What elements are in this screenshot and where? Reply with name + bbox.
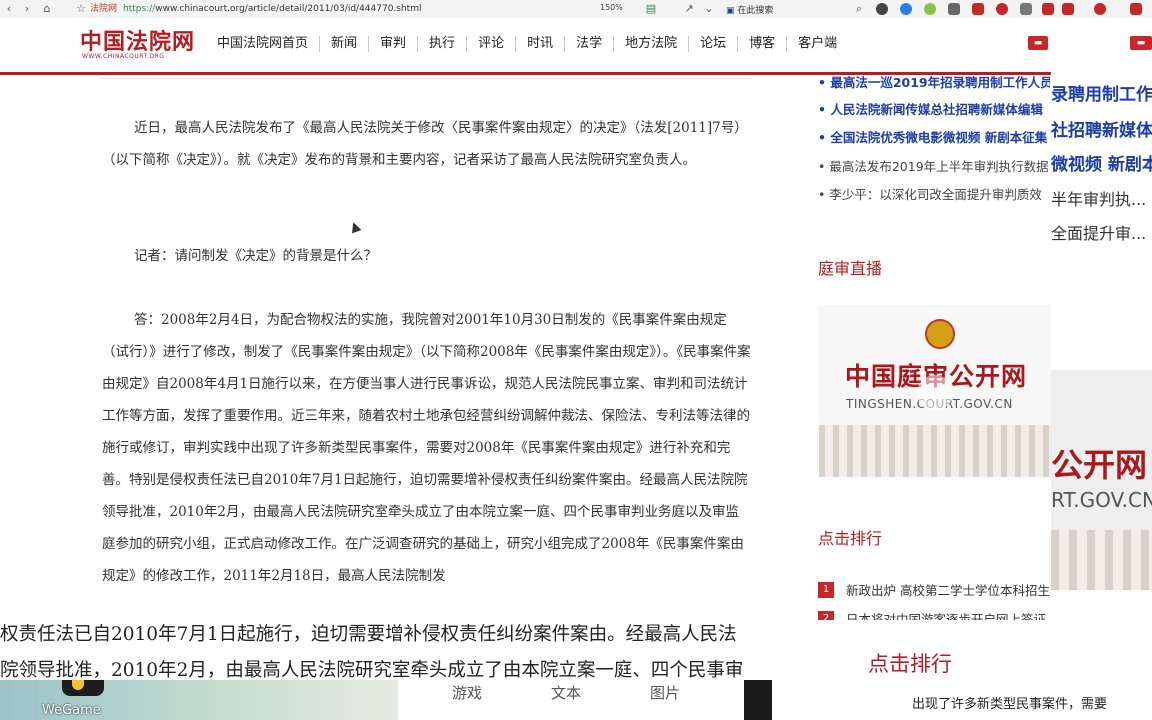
nav-comment[interactable]: 评论: [467, 36, 517, 52]
search-icon[interactable]: ⌕: [852, 2, 866, 16]
overlay-text-line: 权责任法已自2010年7月1日起施行，迫切需要增补侵权责任纠纷案件案由。经最高人…: [0, 624, 737, 645]
extension-icon[interactable]: [1130, 3, 1142, 15]
share-icon[interactable]: ↗: [682, 2, 696, 16]
back-icon[interactable]: ‹: [2, 2, 16, 16]
overlay-banner-columns: [1051, 530, 1152, 590]
sidebar-news-link[interactable]: • 李少平：以深化司改全面提升审判质效: [818, 186, 1050, 204]
ranking-item[interactable]: 1 新政出炉 高校第二学士学位本科招生: [818, 580, 1050, 600]
url-scheme: https://: [123, 4, 156, 14]
rank-number: 1: [818, 581, 834, 598]
mouse-cursor-icon: [348, 220, 362, 234]
article-paragraph: 近日，最高人民法院发布了《最高人民法院关于修改〈民事案件案由规定〉的决定》（法发…: [102, 120, 748, 168]
extension-icon[interactable]: [948, 3, 960, 15]
overlay-news-text: 半年审判执...: [1051, 190, 1147, 209]
nav-law[interactable]: 法学: [565, 36, 615, 52]
overlay-news-text: 全面提升审...: [1051, 224, 1147, 243]
sidebar-news-link[interactable]: • 最高法一巡2019年招录聘用制工作人员: [818, 74, 1050, 92]
zoom-level[interactable]: 150%: [600, 3, 623, 12]
tab-games[interactable]: 游戏: [452, 682, 482, 703]
extension-icon[interactable]: [876, 3, 888, 15]
ranking-heading: 点击排行: [818, 529, 883, 548]
zoomed-overlay-banner: 公开网 RT.GOV.CN: [1051, 370, 1152, 590]
nav-client[interactable]: 客户端: [787, 36, 848, 52]
address-bar[interactable]: 法院网 https://www.chinacourt.org/article/de…: [90, 3, 610, 15]
sidebar-news-link[interactable]: • 人民法院新闻传媒总社招聘新媒体编辑: [818, 101, 1050, 119]
extension-icon[interactable]: [900, 3, 912, 15]
extension-icon[interactable]: [1020, 3, 1032, 15]
browser-toolbar: ‹ › ⌂ ☆ 法院网 https://www.chinacourt.org/ar…: [0, 0, 1152, 19]
court-live-banner[interactable]: 中国庭审公开网 TINGSHEN.COURT.GOV.CN: [819, 305, 1051, 477]
search-box[interactable]: ▣ 在此搜索: [726, 3, 773, 16]
overlay-banner-domain: RT.GOV.CN: [1051, 488, 1152, 512]
search-placeholder: 在此搜索: [737, 6, 774, 16]
user-icon[interactable]: ▬: [1028, 36, 1048, 50]
url-text: www.chinacourt.org/article/detail/2011/0…: [155, 4, 422, 14]
nav-forum[interactable]: 论坛: [689, 36, 739, 52]
sidebar-news-link[interactable]: • 全国法院优秀微电影微视频 新剧本征集: [818, 129, 1050, 147]
tab-images[interactable]: 图片: [650, 682, 680, 703]
forward-icon[interactable]: ›: [20, 2, 34, 16]
nav-home[interactable]: 中国法院网首页: [206, 36, 321, 52]
national-emblem-icon: [925, 319, 955, 349]
rank-text: 新政出炉 高校第二学士学位本科招生: [846, 583, 1050, 598]
dark-panel: [744, 680, 772, 720]
extension-icon[interactable]: [924, 3, 936, 15]
overlay-news-text: 社招聘新媒体: [1051, 121, 1152, 141]
dropdown-icon[interactable]: ⌄: [702, 2, 716, 16]
user-icon[interactable]: ▬: [1130, 36, 1152, 50]
extension-icon[interactable]: [972, 3, 984, 15]
overlay-news-text: 微视频 新剧本: [1051, 155, 1152, 175]
tab-text[interactable]: 文本: [551, 682, 581, 703]
main-nav: 中国法院网首页 新闻 审判 执行 评论 时讯 法学 地方法院 论坛 博客 客户端: [206, 36, 848, 52]
reader-icon[interactable]: ▤: [644, 2, 658, 16]
live-trial-heading: 庭审直播: [818, 259, 883, 278]
article-answer: 答：2008年2月4日，为配合物权法的实施，我院曾对2001年10月30日制发的…: [102, 312, 751, 584]
play-icon[interactable]: [917, 375, 953, 411]
banner-columns: [819, 425, 1051, 477]
wegame-icon[interactable]: [62, 680, 104, 696]
nav-local-courts[interactable]: 地方法院: [614, 36, 690, 52]
overlay-ranking-heading: 点击排行: [868, 652, 952, 676]
star-icon[interactable]: ☆: [74, 2, 88, 16]
site-logo[interactable]: 中国法院网: [80, 24, 195, 56]
extension-icon[interactable]: [996, 3, 1008, 15]
article-question: 记者：请问制发《决定》的背景是什么？: [134, 248, 377, 264]
nav-execution[interactable]: 执行: [418, 36, 468, 52]
extension-icon[interactable]: [1042, 3, 1054, 15]
overlay-text-line: 院领导批准，2010年2月，由最高人民法院研究室牵头成立了由本院立案一庭、四个民…: [0, 660, 744, 681]
sidebar-news-link[interactable]: • 最高法发布2019年上半年审判执行数据: [818, 158, 1050, 176]
overlay-bottom-text: 出现了许多新类型民事案件，需要: [912, 697, 1108, 712]
site-header: 中国法院网 WWW.CHINACOURT.ORG 中国法院网首页 新闻 审判 执…: [0, 18, 1152, 75]
search-engine-icon: ▣: [726, 6, 735, 16]
wegame-label[interactable]: WeGame: [42, 703, 101, 718]
overlay-news-text: 录聘用制工作: [1051, 85, 1152, 105]
site-label: 法院网: [90, 4, 118, 14]
article-divider: [100, 78, 752, 79]
home-icon[interactable]: ⌂: [40, 2, 54, 16]
nav-news[interactable]: 新闻: [320, 36, 370, 52]
extension-icon[interactable]: [1062, 3, 1074, 15]
nav-current[interactable]: 时讯: [516, 36, 566, 52]
overlay-banner-title: 公开网: [1051, 446, 1148, 484]
extension-icon[interactable]: [1094, 3, 1106, 15]
wegame-logo-mark: [72, 680, 84, 690]
nav-blog[interactable]: 博客: [738, 36, 788, 52]
site-logo-sub: WWW.CHINACOURT.ORG: [82, 53, 165, 60]
nav-trial[interactable]: 审判: [369, 36, 419, 52]
